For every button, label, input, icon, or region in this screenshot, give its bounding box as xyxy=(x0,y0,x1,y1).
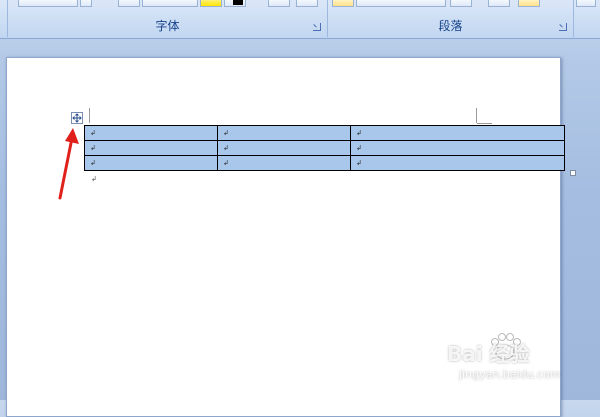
font-group-label: 字体 xyxy=(155,19,180,33)
table-row: ↲ ↲ ↲ xyxy=(84,125,565,141)
table-row: ↲ ↲ ↲ xyxy=(84,155,565,171)
font-control-5[interactable] xyxy=(268,0,290,7)
paragraph-dialog-launcher-icon[interactable] xyxy=(559,23,567,31)
baidu-jingyan-watermark: Bai 经验 jingyan.baidu.com xyxy=(447,328,597,388)
table-cell[interactable]: ↲ xyxy=(84,125,218,141)
paragraph-control-3[interactable] xyxy=(450,0,472,7)
paragraph-control-5[interactable] xyxy=(518,0,540,7)
ribbon-edge-control[interactable] xyxy=(576,0,596,7)
margin-corner-right-v xyxy=(476,108,477,123)
paragraph-control-4[interactable] xyxy=(488,0,510,7)
font-control-2[interactable] xyxy=(80,0,92,7)
font-color-swatch xyxy=(233,0,243,5)
table-cell[interactable]: ↲ xyxy=(217,140,351,156)
ribbon: 字体 段落 xyxy=(0,0,600,39)
font-dialog-launcher-icon[interactable] xyxy=(313,23,321,31)
margin-corner-left-v xyxy=(89,108,90,123)
font-control-4[interactable] xyxy=(142,0,198,7)
table-cell[interactable]: ↲ xyxy=(350,125,565,141)
table-row: ↲ ↲ ↲ xyxy=(84,140,565,156)
table-cell[interactable]: ↲ xyxy=(84,140,218,156)
ribbon-group-edge xyxy=(574,0,600,37)
ribbon-group-paragraph: 段落 xyxy=(328,0,574,37)
paragraph-control-2[interactable] xyxy=(356,0,446,7)
table-resize-handle[interactable] xyxy=(570,170,576,176)
ribbon-group-font: 字体 xyxy=(8,0,328,37)
ribbon-group-stub xyxy=(0,0,8,37)
document-table[interactable]: ↲ ↲ ↲ ↲ ↲ ↲ ↲ ↲ ↲ xyxy=(84,125,565,171)
margin-corner-right-h xyxy=(477,123,492,124)
highlight-color-button[interactable] xyxy=(200,0,222,7)
font-color-button[interactable] xyxy=(224,0,246,7)
font-control-6[interactable] xyxy=(296,0,318,7)
table-cell[interactable]: ↲ xyxy=(350,140,565,156)
table-cell[interactable]: ↲ xyxy=(350,155,565,171)
watermark-brand: Bai 经验 xyxy=(447,342,530,366)
font-control-1[interactable] xyxy=(18,0,78,7)
red-arrow-icon xyxy=(58,128,79,200)
table-cell[interactable]: ↲ xyxy=(84,155,218,171)
font-control-3[interactable] xyxy=(118,0,140,7)
paragraph-group-label: 段落 xyxy=(438,19,463,33)
paragraph-mark: ↲ xyxy=(91,175,97,183)
watermark-url: jingyan.baidu.com xyxy=(459,368,561,381)
table-cell[interactable]: ↲ xyxy=(217,155,351,171)
table-cell[interactable]: ↲ xyxy=(217,125,351,141)
paragraph-control-1[interactable] xyxy=(332,0,354,7)
